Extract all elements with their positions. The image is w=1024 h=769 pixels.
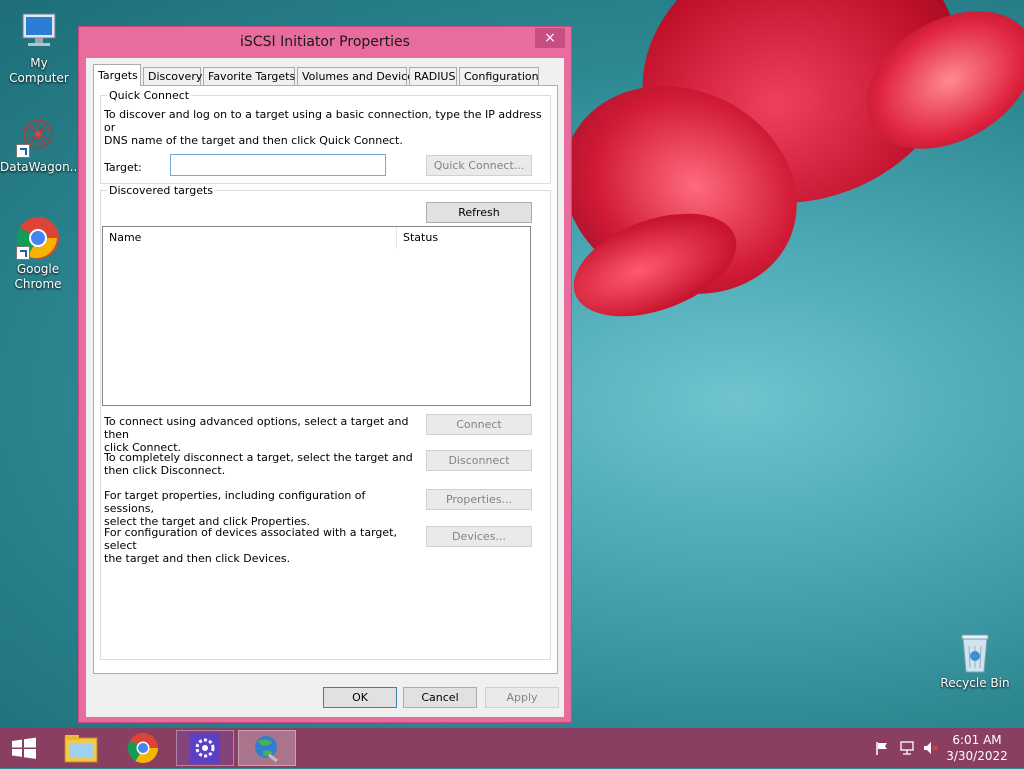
tab-volumes-and-devices[interactable]: Volumes and Devices	[297, 67, 420, 85]
taskbar: 6:01 AM 3/30/2022	[0, 728, 1024, 768]
tab-radius[interactable]: RADIUS	[409, 67, 457, 85]
computer-icon	[17, 10, 61, 54]
recycle-bin-icon	[953, 630, 997, 674]
desktop-icon-label: Recycle Bin	[940, 676, 1010, 690]
desktop-icon-my-computer[interactable]: My Computer	[1, 10, 77, 86]
connect-description: To connect using advanced options, selec…	[104, 415, 409, 454]
column-header-status[interactable]: Status	[397, 227, 530, 249]
disconnect-button[interactable]: Disconnect	[426, 450, 532, 471]
taskbar-chrome[interactable]	[114, 730, 172, 766]
action-center-flag-icon[interactable]	[874, 740, 890, 756]
datawagon-icon	[16, 114, 60, 158]
tab-favorite-targets[interactable]: Favorite Targets	[203, 67, 295, 85]
desktop-icon-recycle-bin[interactable]: Recycle Bin	[937, 630, 1013, 691]
quick-connect-group: Quick Connect To discover and log on to …	[100, 89, 551, 184]
file-explorer-icon	[64, 735, 98, 763]
close-icon: ×	[544, 30, 556, 46]
desktop-icon-google-chrome[interactable]: Google Chrome	[0, 216, 76, 292]
disconnect-description: To completely disconnect a target, selec…	[104, 451, 413, 477]
shortcut-arrow-icon	[16, 246, 30, 260]
devices-description: For configuration of devices associated …	[104, 526, 397, 565]
dialog-client-area: Targets Discovery Favorite Targets Volum…	[86, 58, 564, 717]
iscsi-properties-window: iSCSI Initiator Properties × Targets Dis…	[78, 26, 572, 723]
start-button[interactable]	[0, 730, 48, 766]
volume-muted-icon[interactable]	[922, 740, 938, 756]
properties-description: For target properties, including configu…	[104, 489, 366, 528]
quick-connect-description: To discover and log on to a target using…	[104, 108, 542, 147]
iscsi-initiator-icon	[255, 736, 278, 763]
clock-time: 6:01 AM	[952, 733, 1002, 747]
tab-configuration[interactable]: Configuration	[459, 67, 539, 85]
cancel-button[interactable]: Cancel	[403, 687, 477, 708]
quick-connect-group-label: Quick Connect	[107, 89, 192, 102]
targets-tab-panel: Quick Connect To discover and log on to …	[93, 85, 558, 674]
tab-discovery[interactable]: Discovery	[143, 67, 202, 85]
discovered-targets-list[interactable]: Name Status	[102, 226, 531, 406]
chrome-icon	[16, 216, 60, 260]
clock-date: 3/30/2022	[946, 749, 1008, 763]
taskbar-iscsi-initiator[interactable]	[238, 730, 296, 766]
desktop-icon-label: Google Chrome	[14, 262, 62, 291]
discovered-targets-group-label: Discovered targets	[107, 184, 216, 197]
ok-button[interactable]: OK	[323, 687, 397, 708]
system-clock[interactable]: 6:01 AM 3/30/2022	[942, 732, 1012, 764]
tab-targets[interactable]: Targets	[93, 64, 141, 86]
taskbar-settings[interactable]	[176, 730, 234, 766]
desktop-icon-label: DataWagon...	[0, 160, 82, 174]
shortcut-arrow-icon	[16, 144, 30, 158]
target-input[interactable]	[170, 154, 386, 176]
close-button[interactable]: ×	[535, 28, 565, 48]
connect-button[interactable]: Connect	[426, 414, 532, 435]
desktop-icon-label: My Computer	[9, 56, 69, 85]
target-label: Target:	[104, 161, 142, 174]
devices-button[interactable]: Devices...	[426, 526, 532, 547]
chrome-icon	[127, 733, 158, 764]
refresh-button[interactable]: Refresh	[426, 202, 532, 223]
taskbar-file-explorer[interactable]	[52, 730, 110, 766]
discovered-targets-group: Discovered targets Refresh Name Status T…	[100, 184, 551, 660]
start-icon	[12, 737, 36, 759]
properties-button[interactable]: Properties...	[426, 489, 532, 510]
window-title[interactable]: iSCSI Initiator Properties	[79, 27, 571, 57]
apply-button[interactable]: Apply	[485, 687, 559, 708]
column-header-name[interactable]: Name	[103, 227, 397, 249]
network-icon[interactable]	[899, 740, 915, 756]
desktop-icon-datawagon[interactable]: DataWagon...	[0, 114, 82, 175]
settings-icon	[190, 733, 220, 763]
quick-connect-button[interactable]: Quick Connect...	[426, 155, 532, 176]
